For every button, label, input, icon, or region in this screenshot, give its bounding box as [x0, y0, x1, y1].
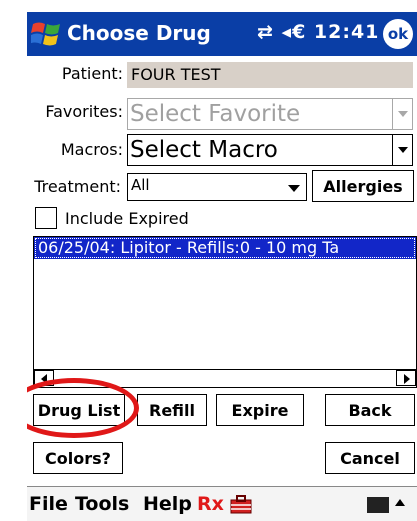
expire-button[interactable]: Expire — [216, 394, 304, 426]
status-tray[interactable]: ⇄ ◂€ 12:41 — [257, 21, 379, 43]
allergies-button[interactable]: Allergies — [312, 170, 414, 202]
treatment-label: Treatment: — [34, 177, 121, 196]
treatment-select[interactable]: All — [127, 173, 307, 201]
favorites-placeholder: Select Favorite — [130, 101, 301, 127]
keyboard-icon[interactable] — [367, 497, 389, 513]
patient-value: FOUR TEST — [127, 62, 413, 88]
drug-listview[interactable]: 06/25/04: Lipitor - Refills:0 - 10 mg Ta — [33, 236, 417, 388]
menu-rx[interactable]: Rx — [197, 493, 224, 515]
app-window: Choose Drug ⇄ ◂€ 12:41 ok Patient: FOUR … — [27, 12, 417, 521]
include-expired-label: Include Expired — [65, 209, 189, 228]
favorites-select[interactable]: Select Favorite — [127, 98, 413, 130]
window-title: Choose Drug — [67, 21, 211, 45]
cancel-button[interactable]: Cancel — [325, 442, 415, 474]
horizontal-scrollbar[interactable] — [34, 369, 416, 387]
macros-label: Macros: — [60, 140, 123, 159]
menu-bar: File Tools Help Rx — [27, 486, 417, 521]
treatment-value: All — [131, 176, 150, 194]
macros-select[interactable]: Select Macro — [127, 134, 413, 166]
patient-label: Patient: — [61, 64, 123, 83]
colors-button[interactable]: Colors? — [33, 442, 123, 474]
back-button[interactable]: Back — [325, 394, 415, 426]
list-item[interactable]: 06/25/04: Lipitor - Refills:0 - 10 mg Ta — [34, 237, 416, 259]
favorites-label: Favorites: — [45, 102, 123, 121]
scroll-right-icon[interactable] — [396, 370, 416, 386]
drug-list-button[interactable]: Drug List — [33, 394, 125, 426]
toolbox-icon[interactable] — [229, 494, 253, 514]
scroll-left-icon[interactable] — [34, 370, 54, 386]
macros-value: Select Macro — [130, 137, 278, 163]
title-bar: Choose Drug ⇄ ◂€ 12:41 ok — [27, 12, 417, 56]
chevron-down-icon[interactable] — [392, 99, 412, 129]
chevron-down-icon[interactable] — [288, 185, 300, 192]
input-panel-arrow-icon[interactable] — [395, 499, 405, 506]
menu-help[interactable]: Help — [143, 493, 192, 515]
chevron-down-icon[interactable] — [392, 135, 412, 165]
ok-button[interactable]: ok — [383, 19, 413, 49]
include-expired-checkbox[interactable] — [35, 207, 57, 229]
refill-button[interactable]: Refill — [137, 394, 207, 426]
menu-tools[interactable]: Tools — [75, 493, 129, 515]
windows-start-icon[interactable] — [31, 20, 61, 48]
menu-file[interactable]: File — [29, 493, 68, 515]
